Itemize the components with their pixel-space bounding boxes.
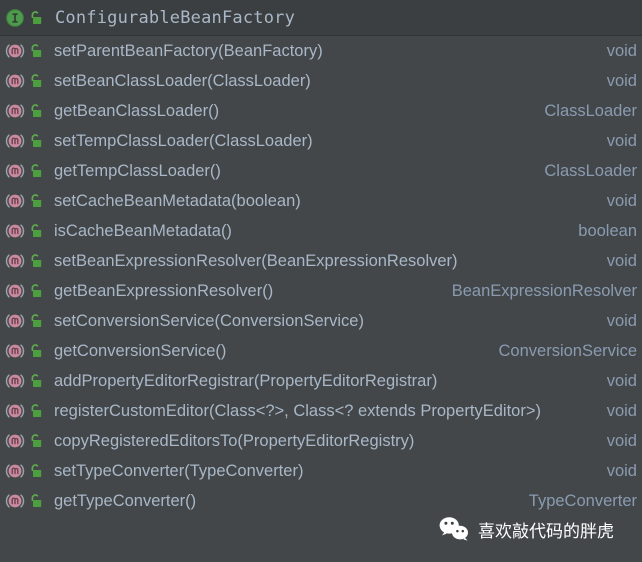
public-unlocked-icon (28, 313, 44, 329)
member-return-type: void (606, 461, 637, 480)
watermark-label: 喜欢敲代码的胖虎 (478, 521, 614, 542)
list-item[interactable]: setParentBeanFactory(BeanFactory) void (0, 36, 642, 66)
member-signature: getBeanClassLoader() (54, 101, 220, 120)
public-unlocked-icon (28, 373, 44, 389)
member-list: setParentBeanFactory(BeanFactory) void s… (0, 36, 642, 516)
public-unlocked-icon (28, 163, 44, 179)
method-icon (5, 71, 25, 91)
member-signature: getConversionService() (54, 341, 227, 360)
public-unlocked-icon (28, 103, 44, 119)
member-signature: setBeanClassLoader(ClassLoader) (54, 71, 311, 90)
public-unlocked-icon (28, 463, 44, 479)
member-return-type: void (606, 71, 637, 90)
method-icon (5, 191, 25, 211)
member-signature: setBeanExpressionResolver(BeanExpression… (54, 251, 458, 270)
list-item[interactable]: setTypeConverter(TypeConverter) void (0, 456, 642, 486)
public-unlocked-icon (28, 253, 44, 269)
public-unlocked-icon (28, 133, 44, 149)
member-signature: setTypeConverter(TypeConverter) (54, 461, 304, 480)
member-return-type: void (606, 131, 637, 150)
page-title: ConfigurableBeanFactory (55, 7, 296, 28)
list-item[interactable]: setConversionService(ConversionService) … (0, 306, 642, 336)
method-icon (5, 311, 25, 331)
member-return-type: ClassLoader (544, 101, 637, 120)
list-item[interactable]: getTempClassLoader() ClassLoader (0, 156, 642, 186)
method-icon (5, 131, 25, 151)
method-icon (5, 41, 25, 61)
method-icon (5, 461, 25, 481)
list-item[interactable]: getBeanClassLoader() ClassLoader (0, 96, 642, 126)
member-return-type: ClassLoader (544, 161, 637, 180)
public-unlocked-icon (28, 10, 44, 26)
wechat-logo-icon (437, 514, 471, 544)
interface-icon (5, 8, 25, 28)
member-return-type: boolean (578, 221, 637, 240)
method-icon (5, 371, 25, 391)
member-return-type: ConversionService (498, 341, 637, 360)
member-signature: addPropertyEditorRegistrar(PropertyEdito… (54, 371, 438, 390)
member-return-type: void (606, 371, 637, 390)
member-return-type: void (606, 311, 637, 330)
list-item[interactable]: setBeanClassLoader(ClassLoader) void (0, 66, 642, 96)
method-icon (5, 221, 25, 241)
method-icon (5, 281, 25, 301)
member-return-type: void (606, 401, 637, 420)
method-icon (5, 251, 25, 271)
member-return-type: void (606, 251, 637, 270)
public-unlocked-icon (28, 433, 44, 449)
list-item[interactable]: registerCustomEditor(Class<?>, Class<? e… (0, 396, 642, 426)
member-signature: copyRegisteredEditorsTo(PropertyEditorRe… (54, 431, 415, 450)
member-signature: registerCustomEditor(Class<?>, Class<? e… (54, 401, 541, 420)
method-icon (5, 401, 25, 421)
popup-header: ConfigurableBeanFactory (0, 0, 642, 36)
method-icon (5, 491, 25, 511)
member-return-type: TypeConverter (528, 491, 637, 510)
public-unlocked-icon (28, 493, 44, 509)
member-return-type: BeanExpressionResolver (451, 281, 637, 300)
public-unlocked-icon (28, 343, 44, 359)
file-structure-popup: ConfigurableBeanFactory setParentBeanFac… (0, 0, 642, 562)
member-signature: getBeanExpressionResolver() (54, 281, 274, 300)
member-return-type: void (606, 431, 637, 450)
list-item[interactable]: addPropertyEditorRegistrar(PropertyEdito… (0, 366, 642, 396)
method-icon (5, 341, 25, 361)
method-icon (5, 161, 25, 181)
list-item[interactable]: getConversionService() ConversionService (0, 336, 642, 366)
method-icon (5, 101, 25, 121)
list-item[interactable]: getBeanExpressionResolver() BeanExpressi… (0, 276, 642, 306)
public-unlocked-icon (28, 193, 44, 209)
watermark: 喜欢敲代码的胖虎 (437, 514, 614, 544)
public-unlocked-icon (28, 403, 44, 419)
list-item[interactable]: setCacheBeanMetadata(boolean) void (0, 186, 642, 216)
list-item[interactable]: setTempClassLoader(ClassLoader) void (0, 126, 642, 156)
public-unlocked-icon (28, 73, 44, 89)
public-unlocked-icon (28, 223, 44, 239)
member-signature: setTempClassLoader(ClassLoader) (54, 131, 313, 150)
list-item[interactable]: copyRegisteredEditorsTo(PropertyEditorRe… (0, 426, 642, 456)
member-signature: setCacheBeanMetadata(boolean) (54, 191, 301, 210)
member-signature: getTypeConverter() (54, 491, 197, 510)
list-item[interactable]: getTypeConverter() TypeConverter (0, 486, 642, 516)
method-icon (5, 431, 25, 451)
member-signature: setParentBeanFactory(BeanFactory) (54, 41, 323, 60)
member-signature: isCacheBeanMetadata() (54, 221, 232, 240)
member-signature: getTempClassLoader() (54, 161, 221, 180)
member-return-type: void (606, 41, 637, 60)
member-return-type: void (606, 191, 637, 210)
list-item[interactable]: isCacheBeanMetadata() boolean (0, 216, 642, 246)
member-signature: setConversionService(ConversionService) (54, 311, 364, 330)
public-unlocked-icon (28, 43, 44, 59)
public-unlocked-icon (28, 283, 44, 299)
list-item[interactable]: setBeanExpressionResolver(BeanExpression… (0, 246, 642, 276)
